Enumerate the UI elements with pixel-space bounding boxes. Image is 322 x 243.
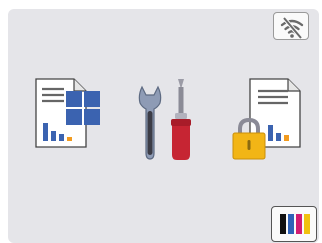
secure-print-app-button[interactable] <box>232 77 302 163</box>
wifi-status-button[interactable] <box>273 12 309 40</box>
home-screen <box>8 9 319 243</box>
copy-icon <box>35 78 100 148</box>
wifi-off-icon <box>280 16 304 40</box>
settings-app-button[interactable] <box>132 77 202 163</box>
ink-black-icon <box>280 214 286 234</box>
ink-magenta-icon <box>296 214 302 234</box>
secure-print-icon <box>232 78 301 160</box>
settings-tools-icon <box>138 79 191 160</box>
ink-yellow-icon <box>304 214 310 234</box>
ink-cyan-icon <box>288 214 294 234</box>
copy-app-button[interactable] <box>34 77 104 163</box>
ink-status-button[interactable] <box>271 206 317 242</box>
